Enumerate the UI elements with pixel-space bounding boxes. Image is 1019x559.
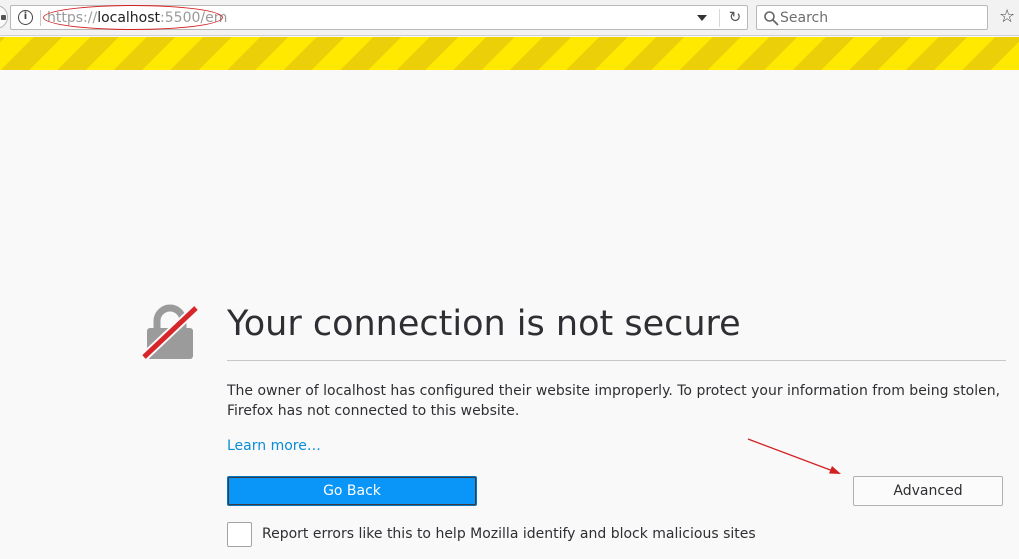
url-divider-2	[719, 9, 720, 27]
annotation-arrow	[747, 438, 841, 474]
star-icon[interactable]: ☆	[999, 6, 1019, 28]
info-icon[interactable]: i	[18, 10, 33, 25]
learn-more-link[interactable]: Learn more…	[227, 436, 321, 456]
title-divider	[227, 360, 1006, 361]
chevron-down-icon[interactable]	[697, 15, 707, 21]
reload-icon[interactable]: ↻	[726, 8, 744, 26]
report-errors-label: Report errors like this to help Mozilla …	[262, 526, 756, 542]
search-bar[interactable]: Search	[756, 5, 988, 30]
search-icon	[764, 11, 779, 26]
error-description: The owner of localhost has configured th…	[227, 383, 1001, 419]
go-back-button[interactable]: Go Back	[227, 476, 477, 506]
page-title: Your connection is not secure	[227, 304, 741, 344]
url-annotation-oval	[43, 5, 223, 30]
report-errors-checkbox[interactable]	[227, 522, 252, 547]
back-arrow-icon	[1, 15, 6, 20]
browser-toolbar: i https://localhost:5500/em ↻ Search ☆	[0, 0, 1019, 36]
back-button[interactable]	[0, 5, 8, 29]
url-bar[interactable]: i https://localhost:5500/em ↻	[10, 5, 748, 30]
url-divider	[40, 10, 41, 26]
search-placeholder: Search	[780, 10, 829, 26]
warning-stripe	[0, 37, 1019, 70]
broken-lock-icon	[140, 304, 200, 361]
advanced-button[interactable]: Advanced	[853, 476, 1003, 506]
